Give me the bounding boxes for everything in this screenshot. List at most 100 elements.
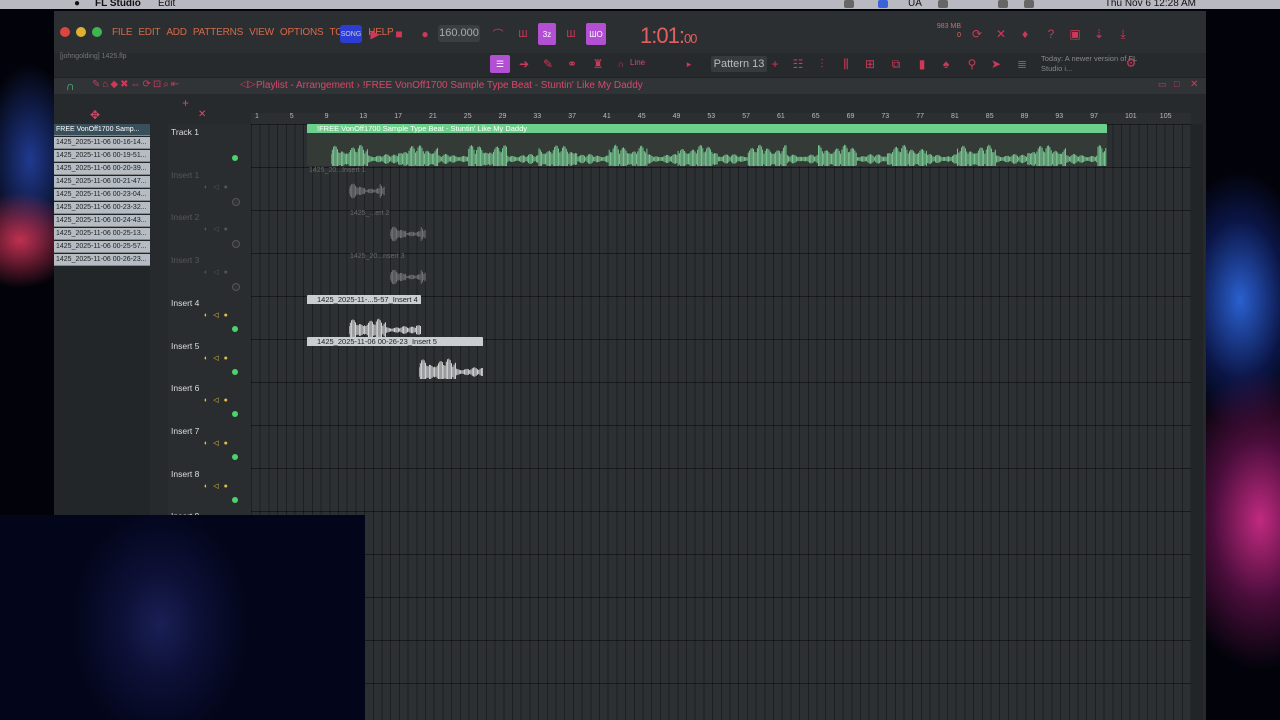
close-playlist-button[interactable]: ✕ (1190, 79, 1198, 90)
menu-edit[interactable]: EDIT (138, 27, 160, 38)
track-name[interactable]: Insert 8 (171, 469, 199, 479)
pattern-selector[interactable]: Pattern 13 (711, 56, 767, 72)
track-controls-icon[interactable]: ◐◁● (204, 183, 233, 191)
add-track-icon[interactable]: + (182, 96, 189, 110)
wait-input-icon[interactable]: Ш (514, 25, 532, 43)
track-enable-led[interactable] (232, 325, 238, 332)
close-window-button[interactable] (60, 27, 70, 37)
menubar-edit[interactable]: Edit (158, 0, 175, 9)
mixer2-icon[interactable]: ⊞ (862, 55, 878, 73)
playlist-icon[interactable]: ☷ (790, 55, 806, 73)
play-status-icon[interactable] (938, 0, 948, 8)
vertical-scrollbar[interactable] (1191, 124, 1203, 720)
playlist-grid[interactable]: !FREE VonOff1700 Sample Type Beat - Stun… (251, 124, 1191, 720)
menu-options[interactable]: OPTIONS (280, 27, 324, 38)
help-icon[interactable]: ? (1044, 25, 1058, 43)
picker-item[interactable]: 1425_2025-11-06 00-21-47... (54, 176, 150, 188)
track-header[interactable]: Track 1 (168, 124, 251, 167)
menu-view[interactable]: VIEW (249, 27, 274, 38)
add-pattern-icon[interactable]: + (770, 55, 780, 73)
metronome-icon[interactable]: ⌒ (490, 25, 506, 43)
zoom-window-button[interactable] (92, 27, 102, 37)
insert5-clip[interactable]: 1425_2025-11-06 00-26-23_Insert 5 (307, 337, 483, 379)
picker-item[interactable]: 1425_2025-11-06 00-16-14... (54, 137, 150, 149)
snap-selector[interactable]: Line (630, 58, 645, 67)
picker-item[interactable]: 1425_2025-11-06 00-20-39... (54, 163, 150, 175)
search-icon[interactable] (1024, 0, 1034, 8)
loop-record-icon[interactable]: ШО (586, 23, 606, 45)
track-enable-led[interactable] (232, 240, 240, 249)
track-name[interactable]: Insert 6 (171, 383, 199, 393)
muted-clip-label[interactable]: 1425_...ert 2 (350, 210, 389, 217)
track-header[interactable]: Insert 6 ◐◁● (168, 380, 251, 423)
minimize-window-button[interactable] (76, 27, 86, 37)
picker-item[interactable]: 1425_2025-11-06 00-23-32... (54, 202, 150, 214)
track-enable-led[interactable] (232, 453, 238, 460)
mic-icon[interactable]: ♦ (1018, 25, 1032, 43)
brush-icon[interactable]: ✎ (540, 55, 556, 73)
track-header[interactable]: Insert 7 ◐◁● (168, 423, 251, 466)
record-button[interactable]: ● (418, 25, 432, 43)
menu-add[interactable]: ADD (166, 27, 187, 38)
mixer-icon[interactable]: ⫼ (838, 55, 854, 73)
refresh-icon[interactable]: ⟳ (970, 25, 984, 43)
track-controls-icon[interactable]: ◐◁● (204, 268, 233, 276)
step-forward-icon[interactable]: ➔ (516, 55, 532, 73)
track-header[interactable]: Insert 2 ◐◁● (168, 209, 251, 252)
plugin-icon[interactable]: ⧉ (888, 55, 904, 73)
picker-item[interactable]: 1425_2025-11-06 00-26-23... (54, 254, 150, 266)
muted-clip-label[interactable]: 1425_20...nsert 3 (350, 253, 405, 260)
playlist-menu-icon[interactable]: ◁▷ (240, 79, 255, 90)
people-icon[interactable]: ⚲ (964, 55, 980, 73)
piano-roll-icon[interactable]: ☰ (490, 55, 510, 73)
picker-nav-icon[interactable]: ✥ (90, 108, 100, 122)
track-controls-icon[interactable]: ◐◁● (204, 439, 233, 447)
pat-song-toggle[interactable]: SONG (340, 25, 362, 43)
track-name[interactable]: Insert 4 (171, 298, 199, 308)
menu-patterns[interactable]: PATTERNS (193, 27, 243, 38)
track-enable-led[interactable] (232, 155, 238, 161)
track-name[interactable]: Track 1 (171, 127, 199, 137)
track-header[interactable]: Insert 4 ◐◁● (168, 295, 251, 338)
picker-item[interactable]: 1425_2025-11-06 00-23-04... (54, 189, 150, 201)
magnet-icon[interactable]: ∩ (614, 55, 628, 73)
song-position-display[interactable]: 1:01:00 (640, 23, 697, 49)
muted-clip-label[interactable]: 1425_20...Insert 1 (309, 167, 365, 174)
picker-item[interactable]: 1425_2025-11-06 00-25-57... (54, 241, 150, 253)
track-name[interactable]: Insert 5 (171, 341, 199, 351)
track-name[interactable]: Insert 1 (171, 170, 199, 180)
track-controls-icon[interactable]: ◐◁● (204, 396, 233, 404)
stamp-icon[interactable]: ♜ (590, 55, 606, 73)
track-name[interactable]: Insert 3 (171, 255, 199, 265)
minimize-playlist-button[interactable]: ▭ (1158, 79, 1167, 90)
export-icon[interactable]: ⇣ (1092, 25, 1106, 43)
menubar-clock[interactable]: Thu Nov 6 12:28 AM (1105, 0, 1196, 9)
step-edit-icon[interactable]: Ш (562, 25, 580, 43)
picker-item[interactable]: FREE VonOff1700 Samp... (54, 124, 150, 136)
list-icon[interactable]: ≣ (1014, 55, 1030, 73)
tools-icon[interactable]: ✕ (994, 25, 1008, 43)
track-controls-icon[interactable]: ◐◁● (204, 354, 233, 362)
menubar-app-name[interactable]: FL Studio (95, 0, 141, 9)
delete-track-icon[interactable]: ✕ (198, 109, 206, 120)
snap-magnet-icon[interactable]: ∩ (66, 79, 75, 93)
track-controls-icon[interactable]: ◐◁● (204, 311, 233, 319)
track-controls-icon[interactable]: ◐◁● (204, 225, 233, 233)
picker-item[interactable]: 1425_2025-11-06 00-24-43... (54, 215, 150, 227)
stop-button[interactable]: ■ (392, 25, 406, 43)
main-audio-clip[interactable]: !FREE VonOff1700 Sample Type Beat - Stun… (307, 124, 1107, 166)
track-name[interactable]: Insert 7 (171, 426, 199, 436)
tempo-display[interactable]: 160.000 (438, 25, 480, 42)
arrow-icon[interactable]: ➤ (988, 55, 1004, 73)
track-enable-led[interactable] (232, 197, 240, 206)
template-icon[interactable]: ♠ (938, 55, 954, 73)
channel-rack-icon[interactable]: ⫶ (814, 55, 830, 73)
track-enable-led[interactable] (232, 411, 238, 418)
track-name[interactable]: Insert 2 (171, 212, 199, 222)
track-enable-led[interactable] (232, 368, 238, 375)
input-source-label[interactable]: UA (908, 0, 922, 9)
track-controls-icon[interactable]: ◐◁● (204, 482, 233, 490)
track-header[interactable]: Insert 8 ◐◁● (168, 466, 251, 509)
track-header[interactable]: Insert 1 ◐◁● (168, 167, 251, 210)
picker-item[interactable]: 1425_2025-11-06 00-19-51... (54, 150, 150, 162)
